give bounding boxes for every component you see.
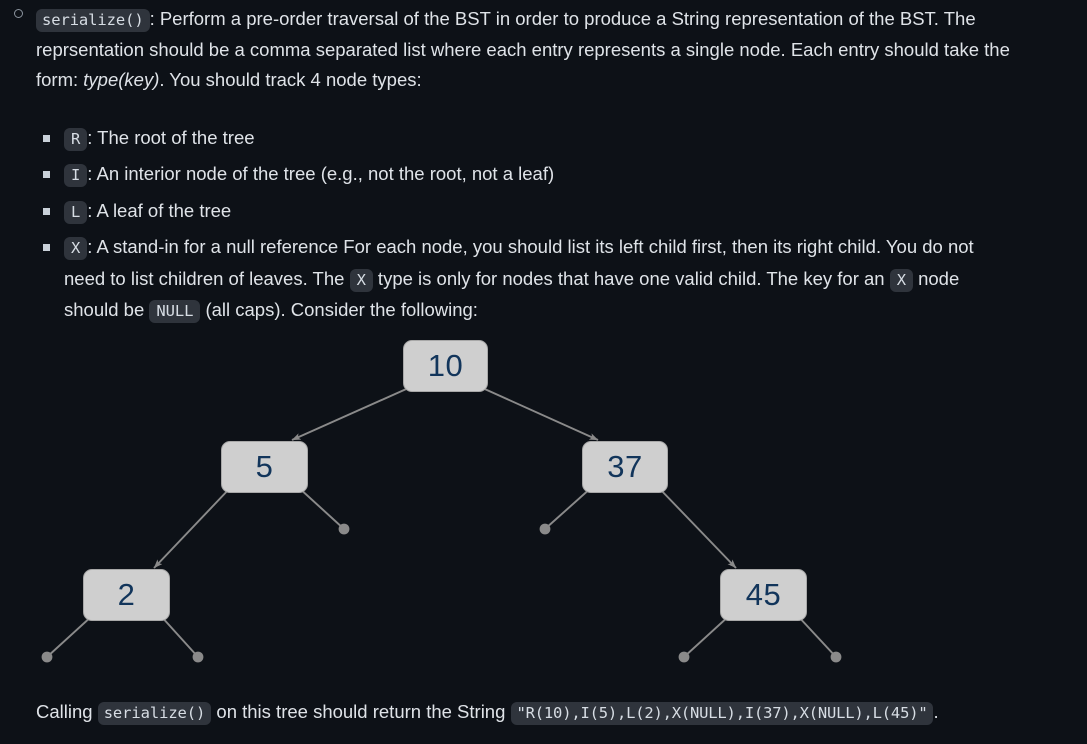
null-reference-dot	[338, 523, 350, 535]
tree-node-2: 2	[83, 569, 170, 621]
square-bullet-icon	[43, 244, 50, 252]
square-bullet-icon	[43, 171, 50, 179]
result-caption: Calling serialize() on this tree should …	[36, 698, 939, 727]
caption-serialize-chip: serialize()	[97, 702, 212, 725]
node-type-code-x-2: X	[349, 268, 373, 292]
node-type-code-l: L	[64, 200, 88, 224]
node-type-code-x: X	[64, 237, 88, 261]
tree-node-label: 5	[255, 449, 274, 484]
tree-node-5: 5	[221, 441, 308, 493]
tree-node-label: 10	[427, 348, 464, 383]
caption-text-3: .	[933, 701, 939, 722]
null-type-text-2: type is only for nodes that have one val…	[372, 267, 890, 289]
tree-node-label: 45	[745, 577, 782, 612]
tree-edge-left-to-ll	[153, 486, 232, 569]
tree-node-label: 2	[117, 577, 136, 612]
node-type-desc-r: : The root of the tree	[87, 127, 255, 148]
serialize-code-chip: serialize()	[36, 9, 150, 32]
circle-bullet-icon	[14, 9, 23, 18]
node-type-code-x-3: X	[889, 268, 913, 292]
tree-node-10: 10	[403, 340, 488, 392]
node-type-desc-l: : A leaf of the tree	[87, 199, 232, 221]
tree-node-label: 37	[607, 449, 643, 484]
square-bullet-icon	[43, 135, 50, 142]
null-type-text-4: (all caps). Consider the following:	[200, 299, 478, 321]
node-type-code-r: R	[64, 128, 88, 151]
tree-edge-right-to-rr	[657, 486, 737, 569]
caption-text-2: on this tree should return the String	[211, 701, 511, 722]
tree-edge-left-to-null	[297, 486, 345, 530]
list-item: X: A stand-in for a null reference For e…	[42, 232, 1002, 326]
node-type-desc-i: : An interior node of the tree (e.g., no…	[87, 163, 555, 185]
null-reference-dot	[830, 651, 842, 663]
tree-node-45: 45	[720, 569, 807, 621]
tree-edge-ll-to-null	[46, 614, 94, 658]
list-item: I: An interior node of the tree (e.g., n…	[42, 159, 1002, 190]
intro-text-2: . You should track 4 node types:	[159, 69, 422, 91]
tree-edge-right-to-null	[544, 486, 593, 530]
tree-edge-root-to-left	[291, 385, 414, 441]
node-type-list: R: The root of the tree I: An interior n…	[42, 123, 1002, 331]
serialize-description: serialize(): Perform a pre-order travers…	[36, 0, 1050, 96]
tree-edge-rr-to-null	[796, 614, 837, 658]
serialized-result-chip: "R(10),I(5),L(2),X(NULL),I(37),X(NULL),L…	[510, 702, 934, 725]
list-item: L: A leaf of the tree	[42, 196, 1002, 227]
document-page: serialize(): Perform a pre-order travers…	[0, 0, 1087, 744]
tree-node-37: 37	[582, 441, 668, 493]
null-reference-dot	[678, 651, 690, 663]
null-reference-dot	[192, 651, 204, 663]
null-reference-dot	[41, 651, 53, 663]
bst-diagram: 10 5 37 2 45	[0, 318, 1087, 686]
type-key-italic: type(key)	[83, 69, 160, 91]
tree-edge-root-to-right	[477, 385, 599, 441]
list-item: R: The root of the tree	[42, 123, 1002, 154]
node-type-code-i: I	[64, 164, 88, 188]
null-reference-dot	[539, 523, 551, 535]
tree-edge-rr-to-null	[683, 614, 731, 658]
square-bullet-icon	[43, 207, 50, 215]
tree-edge-ll-to-null	[159, 614, 199, 658]
outline-item-serialize: serialize(): Perform a pre-order travers…	[0, 0, 1050, 96]
tree-edges-svg	[41, 385, 842, 663]
caption-text-1: Calling	[36, 701, 98, 722]
